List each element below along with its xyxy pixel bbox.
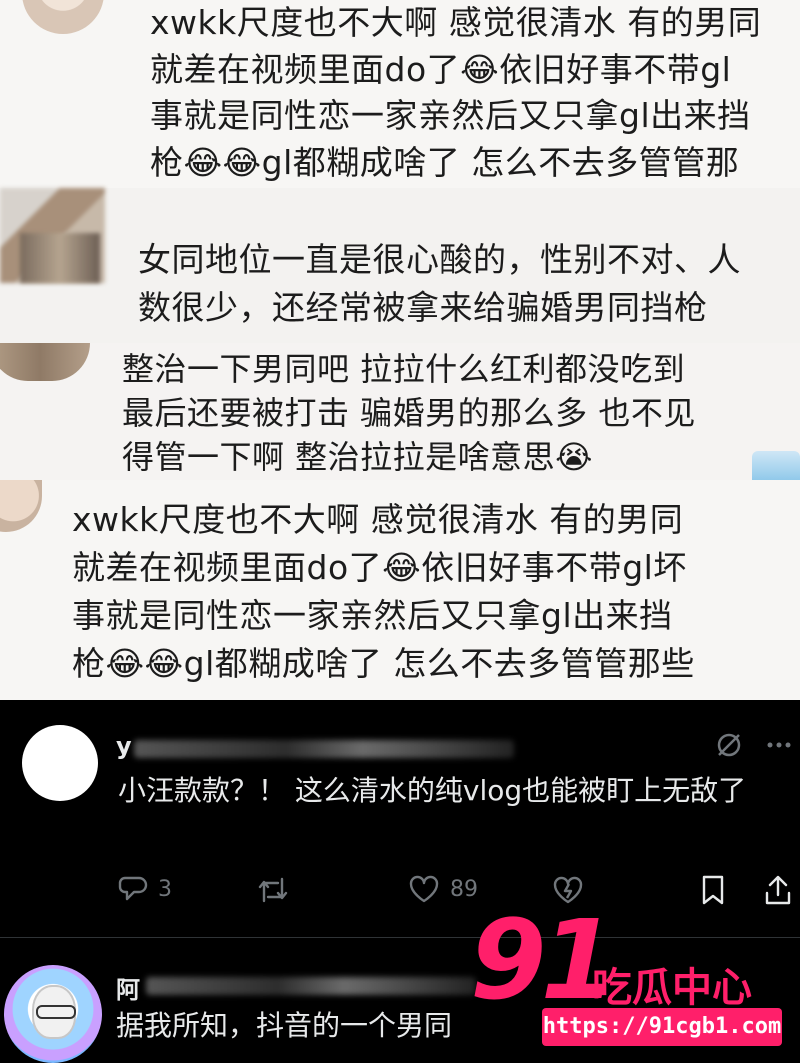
blurred-username [134, 740, 514, 758]
blurred-username [146, 977, 476, 995]
reply-button[interactable]: 3 [118, 874, 172, 904]
mute-icon[interactable] [714, 730, 744, 760]
avatar [0, 343, 90, 381]
tweet-text: 小汪款款？！ 这么清水的纯vlog也能被盯上无敌了 [118, 774, 747, 807]
like-icon [409, 875, 439, 903]
comment-panel-2: 女同地位一直是很心酸的，性别不对、人 数很少，还经常被拿来给骗婚男同挡枪 [0, 188, 800, 343]
avatar [0, 480, 42, 532]
like-button[interactable]: 89 [408, 874, 478, 904]
avatar[interactable] [22, 725, 98, 801]
bookmark-icon[interactable] [700, 874, 726, 906]
tweet-author-name[interactable]: y [116, 732, 132, 760]
comment-text: xwkk尺度也不大啊 感觉很清水 有的男同 就差在视频里面do了😂依旧好事不带g… [72, 500, 695, 683]
comment-text: 整治一下男同吧 拉拉什么红利都没吃到 最后还要被打击 骗婚男的那么多 也不见 得… [122, 350, 696, 476]
comment-panel-4: xwkk尺度也不大啊 感觉很清水 有的男同 就差在视频里面do了😂依旧好事不带g… [0, 480, 800, 700]
comment-panel-1: xwkk尺度也不大啊 感觉很清水 有的男同 就差在视频里面do了😂依旧好事不带g… [0, 0, 800, 188]
share-icon[interactable] [764, 874, 792, 906]
comment-text: xwkk尺度也不大啊 感觉很清水 有的男同 就差在视频里面do了😂依旧好事不带g… [150, 3, 762, 182]
retweet-icon[interactable] [256, 875, 290, 905]
comment-panel-3: 整治一下男同吧 拉拉什么红利都没吃到 最后还要被打击 骗婚男的那么多 也不见 得… [0, 343, 800, 481]
blurred-avatar-lower [20, 233, 100, 283]
watermark-text: 吃瓜中心 [592, 965, 752, 1011]
reply-icon [118, 876, 148, 901]
tweet-author-name[interactable]: 阿 [116, 970, 140, 1005]
tweet-divider [0, 937, 800, 938]
reply-count: 3 [158, 876, 172, 902]
watermark-url: https://91cgb1.com [542, 1008, 782, 1046]
glasses-icon [36, 1005, 76, 1019]
decorative-sticker-icon [752, 451, 800, 481]
watermark-logo: 91 [470, 896, 617, 1024]
avatar [22, 0, 104, 34]
tweet-text: 据我所知，抖音的一个男同 [116, 1009, 453, 1042]
comment-text: 女同地位一直是很心酸的，性别不对、人 数很少，还经常被拿来给骗婚男同挡枪 [138, 240, 741, 327]
avatar[interactable] [4, 965, 102, 1063]
screenshot-collage: xwkk尺度也不大啊 感觉很清水 有的男同 就差在视频里面do了😂依旧好事不带g… [0, 0, 800, 700]
more-icon[interactable] [766, 738, 792, 752]
